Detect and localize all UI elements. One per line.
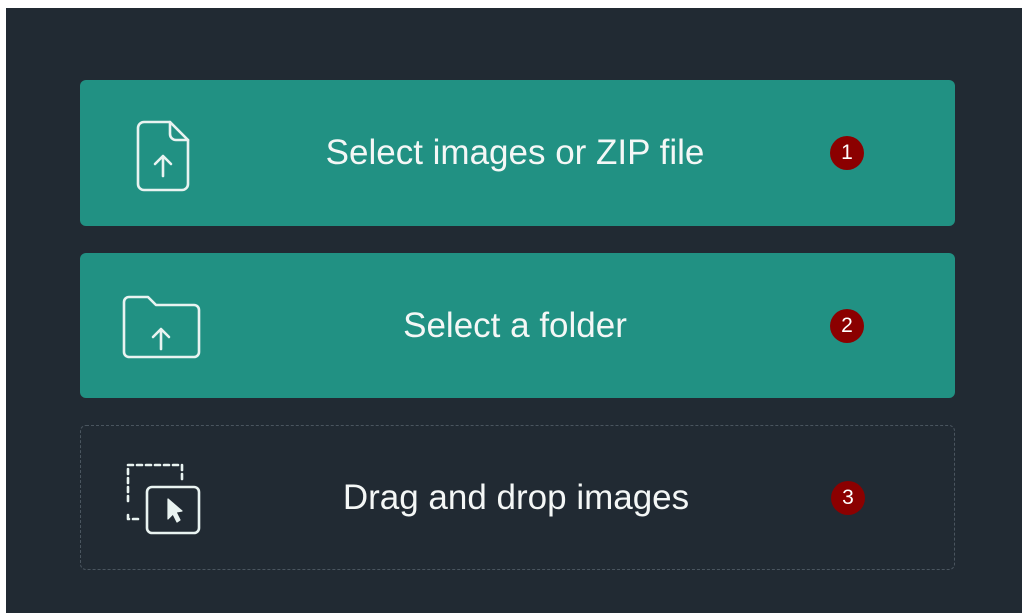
select-folder-button[interactable]: Select a folder 2 bbox=[80, 253, 955, 398]
select-folder-label: Select a folder bbox=[403, 305, 627, 345]
step-badge-1: 1 bbox=[830, 136, 864, 170]
step-badge-2: 2 bbox=[830, 308, 864, 343]
select-images-zip-button[interactable]: Select images or ZIP file 1 bbox=[80, 80, 955, 226]
folder-upload-icon bbox=[110, 276, 210, 376]
select-images-zip-label: Select images or ZIP file bbox=[325, 133, 705, 172]
drag-drop-zone[interactable]: Drag and drop images 3 bbox=[80, 425, 955, 570]
drag-drop-label: Drag and drop images bbox=[342, 477, 690, 517]
file-upload-icon bbox=[110, 103, 210, 203]
drag-drop-icon bbox=[111, 448, 211, 548]
step-badge-3: 3 bbox=[831, 480, 865, 515]
upload-panel: Select images or ZIP file 1 Select a fol… bbox=[6, 8, 1022, 613]
